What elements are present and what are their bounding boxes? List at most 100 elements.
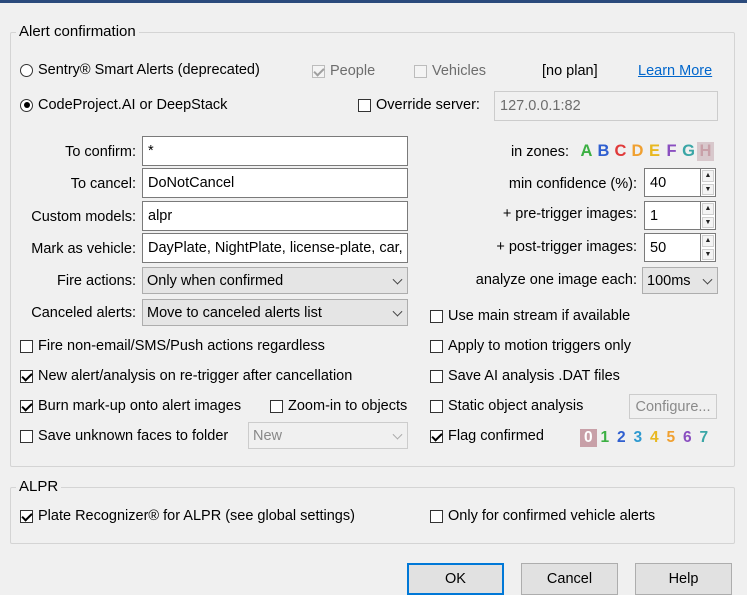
burn-markup-checkbox[interactable]: Burn mark-up onto alert images	[20, 398, 241, 414]
learn-more-link[interactable]: Learn More	[638, 63, 712, 79]
burn-markup-label: Burn mark-up onto alert images	[38, 398, 242, 414]
zone-g[interactable]: G	[680, 142, 697, 161]
zoom-objects-box[interactable]	[270, 399, 283, 413]
override-server-checkbox-box[interactable]	[358, 98, 371, 112]
save-unknown-faces-label: Save unknown faces to folder	[38, 428, 229, 444]
flag-color-6[interactable]: 6	[679, 429, 696, 447]
to-cancel-input[interactable]: DoNotCancel	[142, 168, 408, 198]
pre-trigger-value[interactable]: 1	[644, 201, 700, 230]
static-object-label: Static object analysis	[448, 398, 584, 414]
to-confirm-label: To confirm:	[65, 144, 136, 160]
flag-confirmed-checkbox[interactable]: Flag confirmed	[430, 428, 544, 444]
chevron-down-icon	[392, 429, 403, 440]
window-top-border	[0, 0, 747, 3]
override-server-input[interactable]: 127.0.0.1:82	[494, 91, 718, 121]
help-button[interactable]: Help	[635, 563, 732, 595]
use-main-stream-checkbox[interactable]: Use main stream if available	[430, 308, 630, 324]
override-server-checkbox[interactable]: Override server:	[358, 97, 480, 113]
save-dat-checkbox[interactable]: Save AI analysis .DAT files	[430, 368, 620, 384]
flag-color-selector[interactable]: 01234567	[580, 428, 712, 448]
sentry-radio-label: Sentry® Smart Alerts (deprecated)	[38, 62, 260, 78]
cancel-button[interactable]: Cancel	[521, 563, 618, 595]
zone-e[interactable]: E	[646, 142, 663, 161]
custom-models-input[interactable]: alpr	[142, 201, 408, 231]
use-main-stream-box[interactable]	[430, 309, 443, 323]
flag-color-7[interactable]: 7	[696, 429, 713, 447]
flag-confirmed-box[interactable]	[430, 429, 443, 443]
spin-up-icon[interactable]: ▲	[702, 235, 714, 247]
sentry-radio-dot[interactable]	[20, 63, 33, 77]
faces-folder-select[interactable]: New	[248, 422, 408, 449]
flag-color-3[interactable]: 3	[630, 429, 647, 447]
zone-b[interactable]: B	[595, 142, 612, 161]
fire-actions-label: Fire actions:	[57, 273, 136, 289]
flag-color-0[interactable]: 0	[580, 429, 597, 447]
zone-a[interactable]: A	[578, 142, 595, 161]
zone-d[interactable]: D	[629, 142, 646, 161]
zone-h[interactable]: H	[697, 141, 714, 161]
apply-motion-box[interactable]	[430, 339, 443, 353]
static-object-box[interactable]	[430, 399, 443, 413]
codeproject-radio[interactable]: CodeProject.AI or DeepStack	[20, 97, 227, 113]
vehicles-checkbox[interactable]: Vehicles	[414, 63, 486, 79]
analyze-each-value: 100ms	[647, 272, 691, 289]
post-trigger-label: + post-trigger images:	[496, 239, 637, 255]
pre-trigger-spinner[interactable]: 1 ▲ ▼	[644, 201, 716, 230]
flag-color-1[interactable]: 1	[597, 429, 614, 447]
zone-c[interactable]: C	[612, 142, 629, 161]
fire-non-email-box[interactable]	[20, 339, 33, 353]
burn-markup-box[interactable]	[20, 399, 33, 413]
plate-recognizer-box[interactable]	[20, 509, 33, 523]
people-checkbox[interactable]: People	[312, 63, 375, 79]
to-confirm-input[interactable]: *	[142, 136, 408, 166]
save-dat-box[interactable]	[430, 369, 443, 383]
save-unknown-faces-checkbox[interactable]: Save unknown faces to folder	[20, 428, 228, 444]
fire-actions-select[interactable]: Only when confirmed	[142, 267, 408, 294]
spin-down-icon[interactable]: ▼	[702, 183, 714, 195]
codeproject-radio-dot[interactable]	[20, 98, 33, 112]
zoom-objects-checkbox[interactable]: Zoom-in to objects	[270, 398, 407, 414]
in-zones-label: in zones:	[510, 144, 569, 160]
zone-selector[interactable]: ABCDEFGH	[578, 140, 714, 162]
plate-recognizer-checkbox[interactable]: Plate Recognizer® for ALPR (see global s…	[20, 508, 355, 524]
flag-color-4[interactable]: 4	[646, 429, 663, 447]
use-main-stream-label: Use main stream if available	[448, 308, 631, 324]
save-unknown-faces-box[interactable]	[20, 429, 33, 443]
new-alert-checkbox[interactable]: New alert/analysis on re-trigger after c…	[20, 368, 352, 384]
analyze-each-select[interactable]: 100ms	[642, 267, 718, 294]
save-dat-label: Save AI analysis .DAT files	[448, 368, 620, 384]
spin-down-icon[interactable]: ▼	[702, 248, 714, 260]
only-confirmed-vehicle-checkbox[interactable]: Only for confirmed vehicle alerts	[430, 508, 655, 524]
spin-down-icon[interactable]: ▼	[702, 216, 714, 228]
pre-trigger-label: + pre-trigger images:	[502, 206, 637, 222]
ok-button[interactable]: OK	[407, 563, 504, 595]
vehicles-checkbox-box[interactable]	[414, 64, 427, 78]
configure-button[interactable]: Configure...	[629, 394, 717, 419]
canceled-alerts-value: Move to canceled alerts list	[147, 304, 322, 321]
min-confidence-spinner[interactable]: 40 ▲ ▼	[644, 168, 716, 197]
spin-up-icon[interactable]: ▲	[702, 170, 714, 182]
canceled-alerts-select[interactable]: Move to canceled alerts list	[142, 299, 408, 326]
fire-non-email-checkbox[interactable]: Fire non-email/SMS/Push actions regardle…	[20, 338, 325, 354]
only-confirmed-vehicle-box[interactable]	[430, 509, 443, 523]
post-trigger-value[interactable]: 50	[644, 233, 700, 262]
chevron-down-icon	[392, 274, 403, 285]
spin-up-icon[interactable]: ▲	[702, 203, 714, 215]
people-checkbox-box[interactable]	[312, 64, 325, 78]
min-confidence-value[interactable]: 40	[644, 168, 700, 197]
post-trigger-spinner[interactable]: 50 ▲ ▼	[644, 233, 716, 262]
zone-f[interactable]: F	[663, 142, 680, 161]
flag-color-2[interactable]: 2	[613, 429, 630, 447]
flag-color-5[interactable]: 5	[663, 429, 680, 447]
chevron-down-icon	[702, 274, 713, 285]
new-alert-box[interactable]	[20, 369, 33, 383]
sentry-radio[interactable]: Sentry® Smart Alerts (deprecated)	[20, 62, 260, 78]
zoom-objects-label: Zoom-in to objects	[288, 398, 408, 414]
faces-folder-value: New	[253, 427, 283, 444]
vehicles-label: Vehicles	[432, 63, 487, 79]
fire-actions-value: Only when confirmed	[147, 272, 284, 289]
alert-confirmation-title: Alert confirmation	[16, 23, 139, 40]
mark-vehicle-input[interactable]: DayPlate, NightPlate, license-plate, car…	[142, 233, 408, 263]
static-object-checkbox[interactable]: Static object analysis	[430, 398, 583, 414]
apply-motion-checkbox[interactable]: Apply to motion triggers only	[430, 338, 631, 354]
